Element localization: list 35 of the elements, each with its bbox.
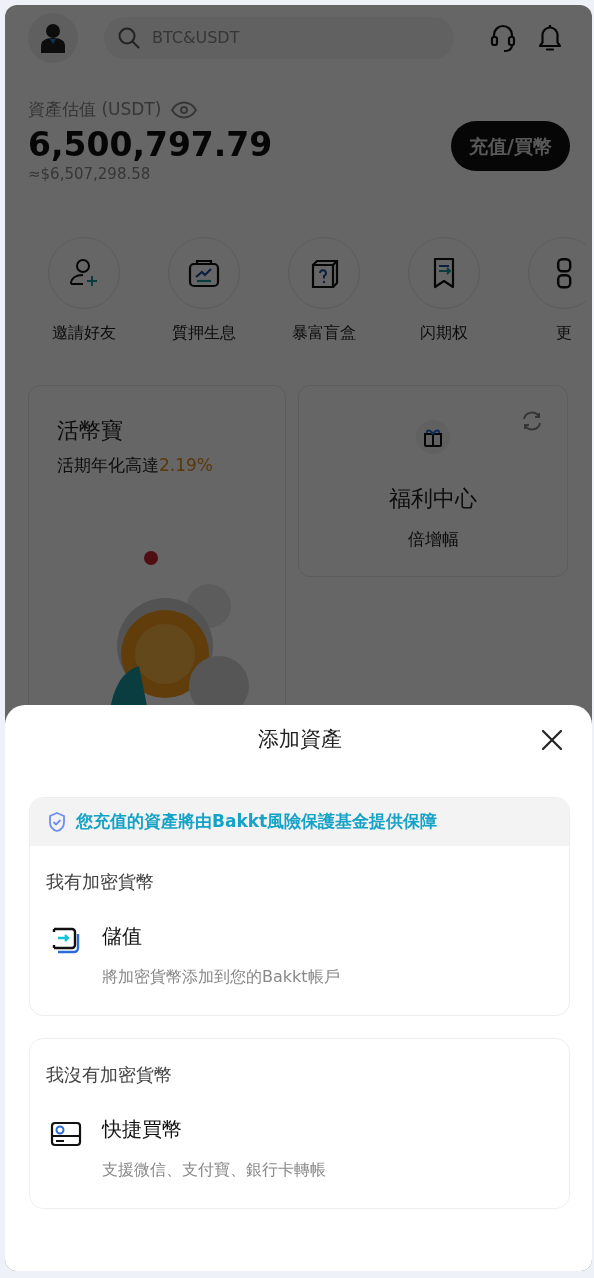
refresh-icon[interactable]	[521, 410, 543, 433]
section-heading: 我有加密貨幣	[45, 870, 155, 894]
close-button[interactable]	[540, 727, 564, 752]
shortcut-label: 更	[556, 322, 572, 345]
close-icon	[540, 727, 564, 752]
shield-check-icon	[48, 812, 66, 832]
card-subtitle: 活期年化高達	[57, 455, 159, 476]
notice-text: 您充值的資產將由Bakkt風險保護基金提供保障	[76, 810, 438, 834]
shortcut-label: 質押生息	[172, 322, 236, 345]
avatar-icon	[40, 23, 66, 53]
card-title: 福利中心	[389, 485, 477, 514]
eye-icon[interactable]	[171, 100, 198, 119]
rate-value: 2.19%	[159, 455, 213, 476]
option-description: 支援微信、支付寶、銀行卡轉帳	[102, 1159, 326, 1181]
deposit-button[interactable]: 充值/買幣	[451, 120, 570, 171]
option-description: 將加密貨幣添加到您的Bakkt帳戶	[102, 966, 340, 988]
deposit-icon	[50, 925, 82, 955]
shortcut-label: 闪期权	[420, 322, 468, 345]
bell-icon[interactable]	[536, 23, 564, 53]
option-title: 儲值	[102, 923, 143, 950]
shortcut-label: 邀請好友	[52, 322, 116, 345]
option-item[interactable]: 儲值 將加密貨幣添加到您的Bakkt帳戶	[30, 895, 569, 1015]
card-title: 活幣寶	[57, 417, 124, 446]
section-heading: 我沒有加密貨幣	[45, 1063, 173, 1087]
option-item[interactable]: 快捷買幣 支援微信、支付寶、銀行卡轉帳	[30, 1088, 569, 1208]
grid-icon	[556, 257, 572, 289]
rewards-card[interactable]: 福利中心 倍增幅	[298, 385, 568, 578]
shortcut-label: 暴富盲盒	[292, 322, 356, 345]
card-subtitle: 倍增幅	[407, 528, 459, 552]
headset-icon[interactable]	[490, 23, 516, 53]
search-icon	[118, 27, 140, 49]
sheet-title: 添加資產	[257, 726, 342, 754]
avatar[interactable]	[28, 13, 78, 63]
asset-value: 6,500,797.79	[28, 126, 273, 163]
option-title: 快捷買幣	[102, 1116, 183, 1143]
